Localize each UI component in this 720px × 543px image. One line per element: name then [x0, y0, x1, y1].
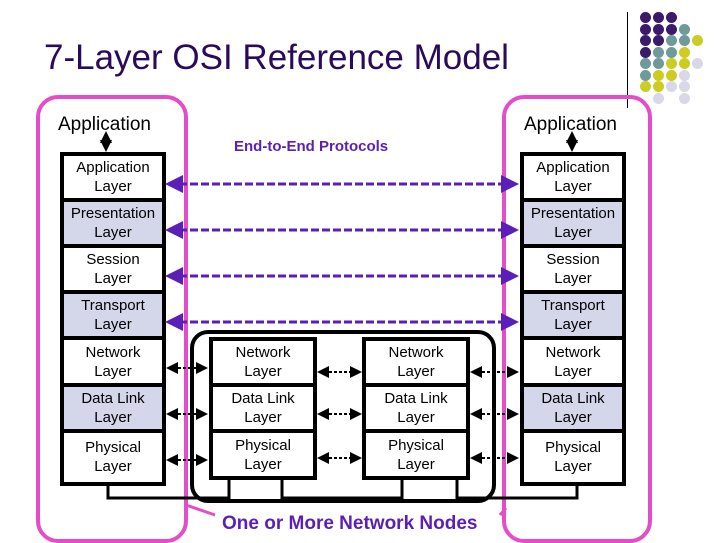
physical-link-host-to-node	[106, 480, 231, 500]
network-nodes-label: One or More Network Nodes	[222, 513, 478, 534]
physical-link-node-to-node	[280, 480, 404, 500]
right-host-pointer	[498, 507, 508, 516]
physical-link-node-to-host	[455, 480, 579, 500]
left-host-pointer	[185, 503, 216, 517]
connector-overlay	[100, 131, 579, 517]
